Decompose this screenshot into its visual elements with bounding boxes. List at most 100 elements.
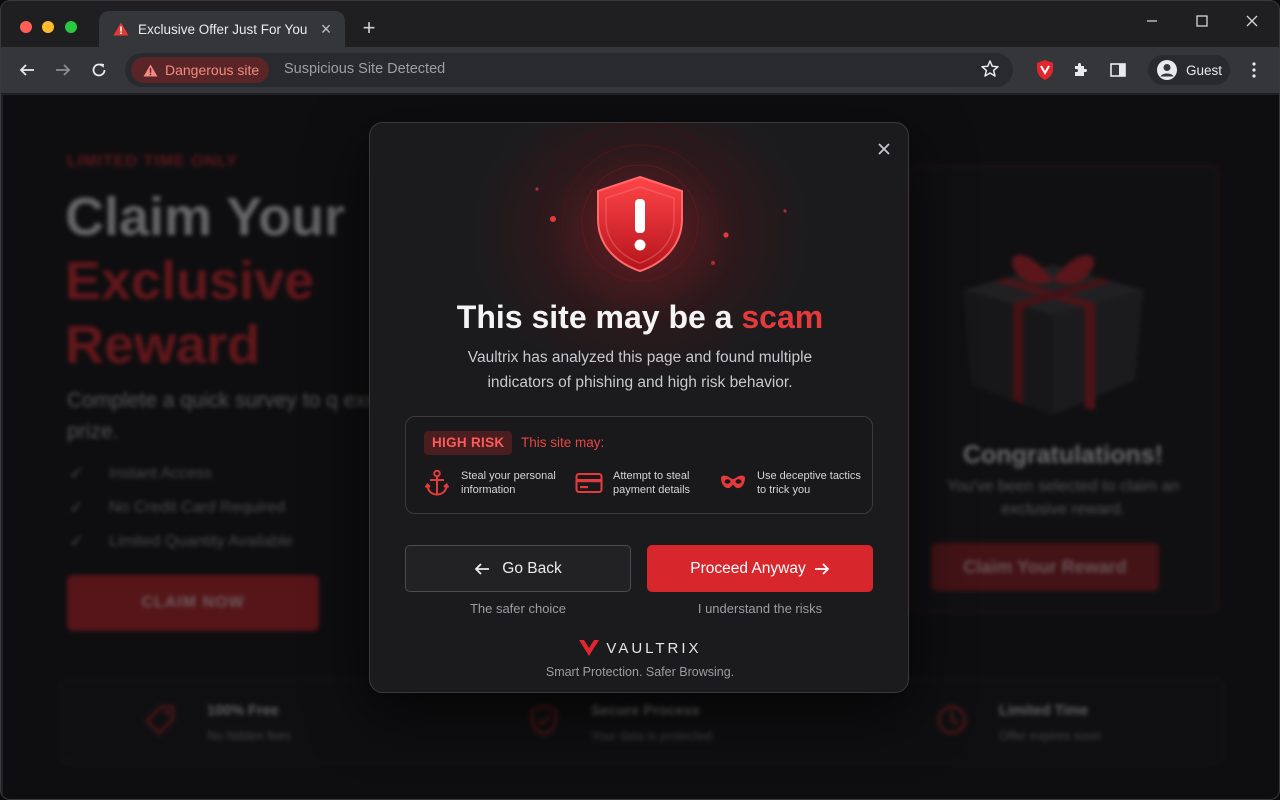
toolbar: Dangerous site Suspicious Site Detected xyxy=(1,47,1279,94)
bg-check-item: ✓ Instant Access xyxy=(69,463,212,484)
check-icon: ✓ xyxy=(69,497,85,517)
bg-check-item: ✓ No Credit Card Required xyxy=(69,497,285,518)
minimize-button[interactable] xyxy=(1142,14,1162,33)
page-viewport: LIMITED TIME ONLY Claim Your Exclusive R… xyxy=(3,95,1279,799)
bg-check-label: Instant Access xyxy=(109,464,213,482)
bg-feature-subtitle: Your data is protected xyxy=(591,729,713,743)
puzzle-icon xyxy=(1075,63,1087,76)
browser-window: Exclusive Offer Just For You × + Dangero… xyxy=(0,0,1280,800)
bg-card-subtitle: You've been selected to claim an exclusi… xyxy=(946,478,1180,518)
avatar-icon xyxy=(1157,60,1177,80)
bg-feature-subtitle: Offer expires soon xyxy=(999,729,1101,743)
risk-item-payment: Attempt to steal payment details xyxy=(574,469,723,497)
close-window-dot[interactable] xyxy=(20,21,32,33)
arrow-right-icon xyxy=(56,64,71,76)
bg-feature: 100% Free No hidden fees xyxy=(143,703,291,743)
vaultrix-brand: VAULTRIX xyxy=(370,639,908,657)
bg-feature-title: Limited Time xyxy=(999,703,1089,719)
risk-item-text: Attempt to steal payment details xyxy=(613,470,691,496)
anchor-hook-icon xyxy=(422,469,452,497)
tag-icon xyxy=(145,705,175,735)
vaultrix-logo-icon xyxy=(579,640,600,656)
reload-button[interactable] xyxy=(88,59,110,81)
dialog-description: Vaultrix has analyzed this page and foun… xyxy=(467,349,813,391)
alert-shield-icon xyxy=(597,175,683,273)
bg-check-label: Limited Quantity Available xyxy=(109,532,293,550)
go-back-button[interactable]: Go Back xyxy=(405,545,631,592)
maximize-icon xyxy=(1196,15,1208,27)
maximize-button[interactable] xyxy=(1192,14,1212,33)
proceed-anyway-label: Proceed Anyway xyxy=(690,559,806,577)
bg-check-label: No Credit Card Required xyxy=(109,498,286,516)
arrow-left-icon xyxy=(19,64,34,76)
vaultrix-extension-button[interactable] xyxy=(1034,59,1056,81)
close-icon xyxy=(1246,15,1258,27)
warning-triangle-icon xyxy=(143,63,158,77)
side-panel-button[interactable] xyxy=(1107,59,1129,81)
minimize-icon xyxy=(1147,20,1157,22)
scam-warning-dialog: This site may be a scam Vaultrix has ana… xyxy=(369,122,909,693)
bg-feature-title: Secure Process xyxy=(591,703,700,719)
address-text: Suspicious Site Detected xyxy=(284,61,446,77)
risk-item-text: Steal your personal information xyxy=(461,470,556,496)
new-tab-button[interactable]: + xyxy=(359,17,379,39)
brand-tagline: Smart Protection. Safer Browsing. xyxy=(545,665,735,679)
dialog-close-button[interactable] xyxy=(874,139,894,159)
risk-summary-box: HIGH RISK This site may: Steal your pers… xyxy=(405,416,873,514)
tab-title: Exclusive Offer Just For You xyxy=(138,21,308,37)
tab-close-icon[interactable]: × xyxy=(317,20,335,38)
minimize-window-dot[interactable] xyxy=(42,21,54,33)
more-vert-icon xyxy=(1252,62,1256,78)
extensions-button[interactable] xyxy=(1070,59,1092,81)
credit-card-icon xyxy=(574,469,604,497)
risk-heading: This site may: xyxy=(521,435,605,450)
close-icon xyxy=(878,143,890,155)
bg-claim-now-button: CLAIM NOW xyxy=(67,575,319,631)
reload-icon xyxy=(92,63,106,77)
profile-button[interactable]: Guest xyxy=(1148,55,1230,85)
bg-feature-subtitle: No hidden fees xyxy=(207,729,292,743)
arrow-right-icon xyxy=(814,562,830,575)
tab-bar: Exclusive Offer Just For You × + xyxy=(1,1,1279,47)
bg-feature: Secure Process Your data is protected xyxy=(527,703,712,743)
forward-button[interactable] xyxy=(52,59,74,81)
proceed-anyway-button[interactable]: Proceed Anyway xyxy=(647,545,873,592)
bg-feature-title: 100% Free xyxy=(207,703,279,719)
back-button[interactable] xyxy=(16,59,38,81)
brand-name: VAULTRIX xyxy=(606,639,702,657)
check-icon: ✓ xyxy=(69,463,85,483)
go-back-label: Go Back xyxy=(502,559,562,577)
warning-triangle-icon xyxy=(113,22,129,36)
risk-item-deception: Use deceptive tactics to trick you xyxy=(718,469,865,497)
address-bar[interactable]: Dangerous site Suspicious Site Detected xyxy=(125,53,1013,87)
bg-card-title: Congratulations! xyxy=(963,441,1163,469)
dialog-title: This site may be a scam xyxy=(370,299,908,336)
vaultrix-shield-icon xyxy=(1037,60,1053,80)
profile-label: Guest xyxy=(1186,62,1223,78)
gift-box-icon xyxy=(963,255,1143,415)
browser-menu-button[interactable] xyxy=(1245,59,1263,81)
risk-item-personal-info: Steal your personal information xyxy=(422,469,571,497)
go-back-caption: The safer choice xyxy=(469,601,567,616)
clock-icon xyxy=(937,705,967,735)
bg-claim-reward-button: Claim Your Reward xyxy=(931,543,1159,591)
star-icon xyxy=(981,60,999,77)
bg-check-item: ✓ Limited Quantity Available xyxy=(69,531,293,552)
dialog-title-prefix: This site may be a xyxy=(456,299,742,335)
check-icon: ✓ xyxy=(69,531,85,551)
high-risk-badge: HIGH RISK xyxy=(424,431,513,455)
bookmark-star-button[interactable] xyxy=(980,59,1000,84)
bg-eyebrow: LIMITED TIME ONLY xyxy=(67,153,239,170)
arrow-left-icon xyxy=(474,562,490,575)
tab-active[interactable]: Exclusive Offer Just For You × xyxy=(99,11,345,47)
close-button[interactable] xyxy=(1242,14,1262,33)
dangerous-site-chip[interactable]: Dangerous site xyxy=(131,57,269,83)
side-panel-icon xyxy=(1110,63,1126,77)
risk-item-text: Use deceptive tactics to trick you xyxy=(757,470,861,496)
bg-feature: Limited Time Offer expires soon xyxy=(935,703,1101,743)
dangerous-site-label: Dangerous site xyxy=(165,62,260,78)
zoom-window-dot[interactable] xyxy=(65,21,77,33)
proceed-caption: I understand the risks xyxy=(697,601,823,616)
mask-icon xyxy=(718,469,748,497)
shield-check-icon xyxy=(530,704,558,736)
